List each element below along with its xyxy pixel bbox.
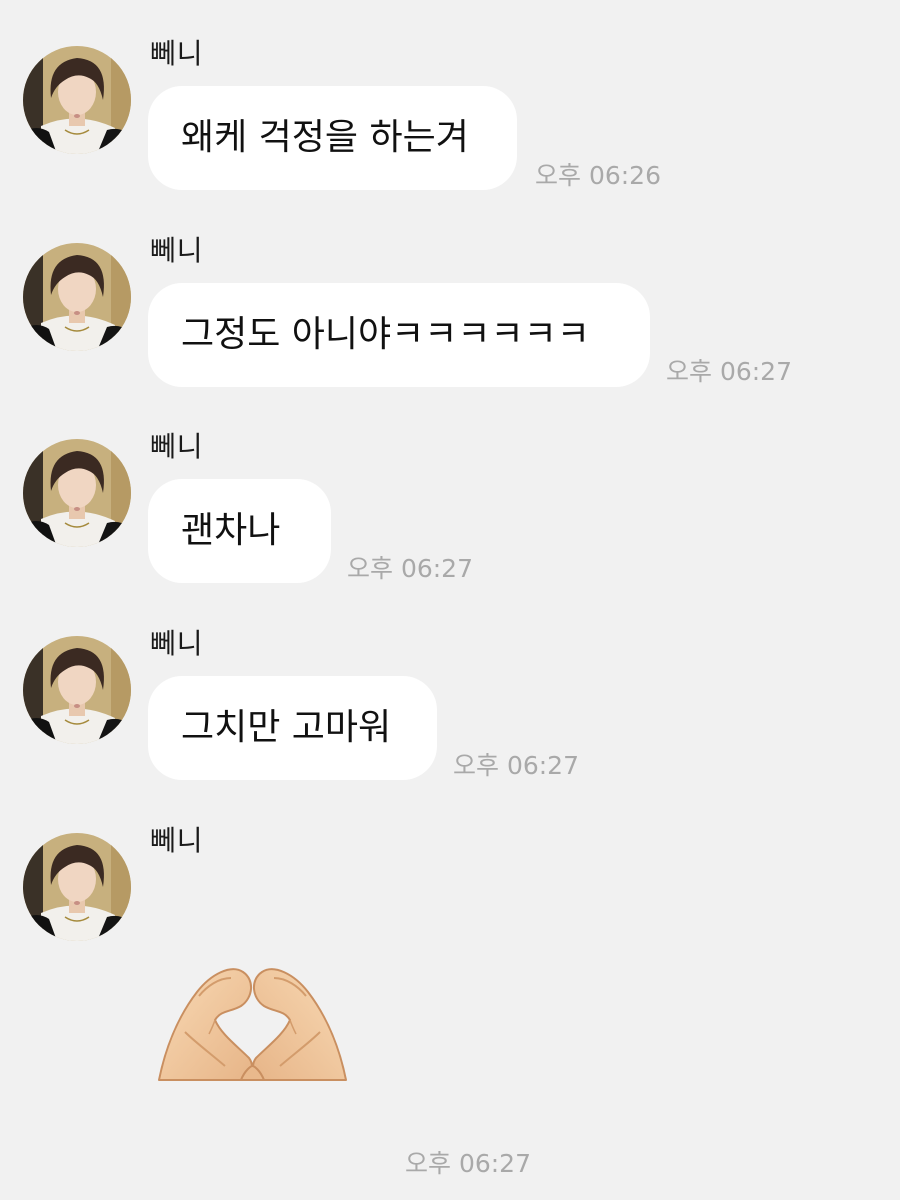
avatar-photo xyxy=(23,243,131,351)
message-timestamp: 오후 06:27 xyxy=(666,357,792,386)
sender-name: 뻬니 xyxy=(150,430,204,463)
sender-name: 뻬니 xyxy=(150,627,204,660)
sender-avatar[interactable] xyxy=(23,833,131,941)
sender-name: 뻬니 xyxy=(150,824,204,857)
message-bubble[interactable]: 왜케 걱정을 하는겨 xyxy=(148,86,517,190)
avatar-photo xyxy=(23,833,131,941)
sender-avatar[interactable] xyxy=(23,636,131,744)
sender-avatar[interactable] xyxy=(23,46,131,154)
avatar-photo xyxy=(23,46,131,154)
sender-name: 뻬니 xyxy=(150,234,204,267)
message-bubble[interactable]: 그치만 고마워 xyxy=(148,676,437,780)
sender-name: 뻬니 xyxy=(150,37,204,70)
chat-screen: { "sender_name": "뻬니", "messages": [ {"t… xyxy=(0,0,900,1200)
message-timestamp: 오후 06:26 xyxy=(535,161,661,190)
avatar-photo xyxy=(23,636,131,744)
message-timestamp: 오후 06:27 xyxy=(453,751,579,780)
message-timestamp: 오후 06:27 xyxy=(405,1149,531,1178)
heart-hands-emoji[interactable] xyxy=(155,962,350,1090)
message-timestamp: 오후 06:27 xyxy=(347,554,473,583)
heart-hands-icon xyxy=(158,968,347,1081)
sender-avatar[interactable] xyxy=(23,439,131,547)
avatar-photo xyxy=(23,439,131,547)
message-bubble[interactable]: 괜차나 xyxy=(148,479,331,583)
message-bubble[interactable]: 그정도 아니야ㅋㅋㅋㅋㅋㅋ xyxy=(148,283,650,387)
sender-avatar[interactable] xyxy=(23,243,131,351)
